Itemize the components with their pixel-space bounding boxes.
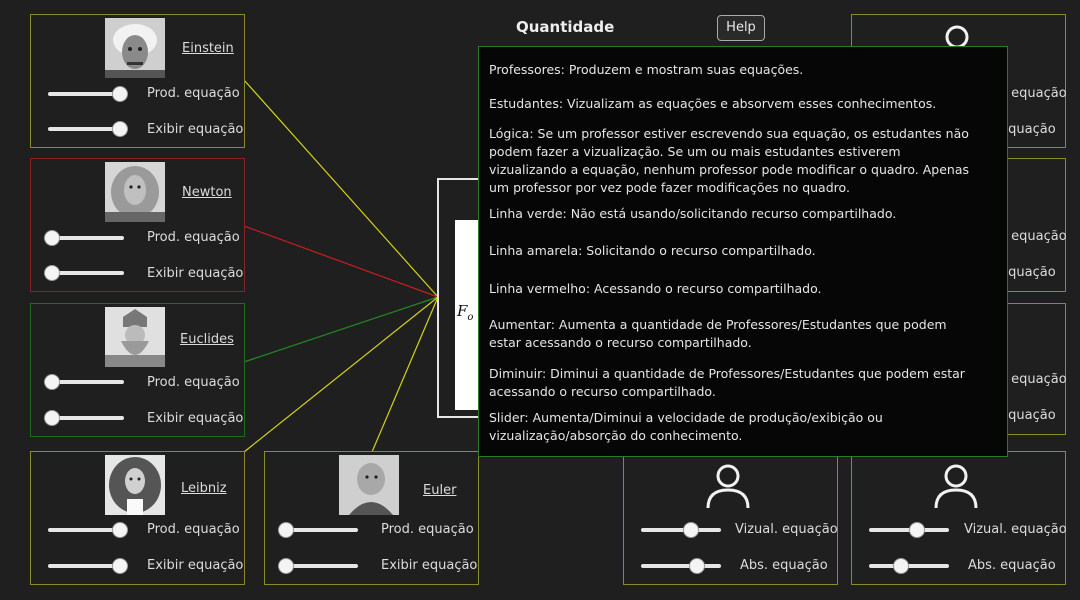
euler-portrait [339, 455, 399, 515]
slider-knob[interactable] [112, 558, 128, 574]
show-speed-slider[interactable] [48, 121, 128, 137]
teacher-panel-euclides: Euclides Prod. equação Exibir equação [30, 303, 245, 437]
abs-label: Abs. equação [740, 558, 828, 573]
quantity-title: Quantidade [516, 18, 615, 36]
prod-speed-slider[interactable] [44, 230, 124, 246]
teacher-panel-newton: Newton Prod. equação Exibir equação [30, 158, 245, 292]
newton-portrait [105, 162, 165, 222]
help-linha-amarela: Linha amarela: Solicitando o recurso com… [489, 243, 816, 258]
show-label: Exibir equação [147, 266, 244, 281]
teacher-name-link[interactable]: Einstein [182, 41, 234, 56]
prod-label: Prod. equação [147, 522, 240, 537]
teacher-name-link[interactable]: Euler [423, 483, 456, 498]
prod-speed-slider[interactable] [278, 522, 358, 538]
show-label: Exibir equação [381, 558, 478, 573]
connection-line-newton [243, 225, 439, 298]
connection-line-leibniz [243, 296, 439, 453]
show-speed-slider[interactable] [44, 410, 124, 426]
teacher-name-link[interactable]: Leibniz [181, 481, 227, 496]
help-button[interactable]: Help [717, 15, 765, 41]
slider-knob[interactable] [44, 230, 60, 246]
leibniz-portrait [105, 455, 165, 515]
student-panel-4: Vizual. equação Abs. equação [623, 451, 838, 585]
slider-knob[interactable] [112, 522, 128, 538]
slider-track[interactable] [641, 528, 721, 532]
teacher-panel-einstein: Einstein Prod. equação Exibir equação [30, 14, 245, 148]
user-icon [706, 464, 750, 509]
help-estudantes: Estudantes: Vizualizam as equações e abs… [489, 96, 937, 111]
slider-track[interactable] [641, 564, 721, 568]
help-slider: Slider: Aumenta/Diminui a velocidade de … [489, 410, 883, 443]
help-linha-vermelha: Linha vermelho: Acessando o recurso comp… [489, 281, 822, 296]
connection-line-einstein [243, 79, 439, 298]
euclides-portrait [105, 307, 165, 367]
slider-knob[interactable] [44, 410, 60, 426]
vis-speed-slider[interactable] [869, 522, 949, 538]
show-speed-slider[interactable] [48, 558, 128, 574]
student-panel-5: Vizual. equação Abs. equação [851, 451, 1067, 585]
help-linha-verde: Linha verde: Não está usando/solicitando… [489, 206, 897, 221]
help-diminuir: Diminuir: Diminui a quantidade de Profes… [489, 366, 965, 399]
user-icon [934, 464, 978, 509]
prod-speed-slider[interactable] [48, 86, 128, 102]
abs-speed-slider[interactable] [869, 558, 949, 574]
board-formula: Fo [457, 302, 474, 323]
show-label: Exibir equação [147, 122, 244, 137]
show-speed-slider[interactable] [44, 265, 124, 281]
slider-knob[interactable] [893, 558, 910, 574]
prod-label: Prod. equação [147, 86, 240, 101]
connection-line-euler [371, 296, 439, 453]
slider-knob[interactable] [44, 265, 60, 281]
prod-label: Prod. equação [147, 375, 240, 390]
help-aumentar: Aumentar: Aumenta a quantidade de Profes… [489, 317, 947, 350]
teacher-panel-leibniz: Leibniz Prod. equação Exibir equação [30, 451, 245, 585]
vis-label: Vizual. equação [964, 522, 1067, 537]
teacher-panel-euler: Euler Prod. equação Exibir equação [264, 451, 479, 585]
slider-knob[interactable] [682, 522, 699, 538]
einstein-portrait [105, 18, 165, 78]
abs-label: Abs. equação [968, 558, 1056, 573]
prod-speed-slider[interactable] [44, 374, 124, 390]
prod-label: Prod. equação [147, 230, 240, 245]
slider-knob[interactable] [908, 522, 925, 538]
slider-knob[interactable] [112, 86, 128, 102]
prod-speed-slider[interactable] [48, 522, 128, 538]
slider-knob[interactable] [278, 558, 294, 574]
abs-speed-slider[interactable] [641, 558, 721, 574]
help-professores: Professores: Produzem e mostram suas equ… [489, 62, 804, 77]
teacher-name-link[interactable]: Euclides [180, 332, 234, 347]
prod-label: Prod. equação [381, 522, 474, 537]
slider-knob[interactable] [112, 121, 128, 137]
show-label: Exibir equação [147, 411, 244, 426]
slider-knob[interactable] [44, 374, 60, 390]
help-logica: Lógica: Se um professor estiver escreven… [489, 126, 969, 195]
show-label: Exibir equação [147, 558, 244, 573]
connection-line-euclides [243, 296, 439, 363]
slider-knob[interactable] [689, 558, 705, 574]
show-speed-slider[interactable] [278, 558, 358, 574]
help-popup: Professores: Produzem e mostram suas equ… [478, 46, 1008, 457]
teacher-name-link[interactable]: Newton [182, 185, 232, 200]
vis-label: Vizual. equação [735, 522, 838, 537]
slider-knob[interactable] [278, 522, 294, 538]
vis-speed-slider[interactable] [641, 522, 721, 538]
